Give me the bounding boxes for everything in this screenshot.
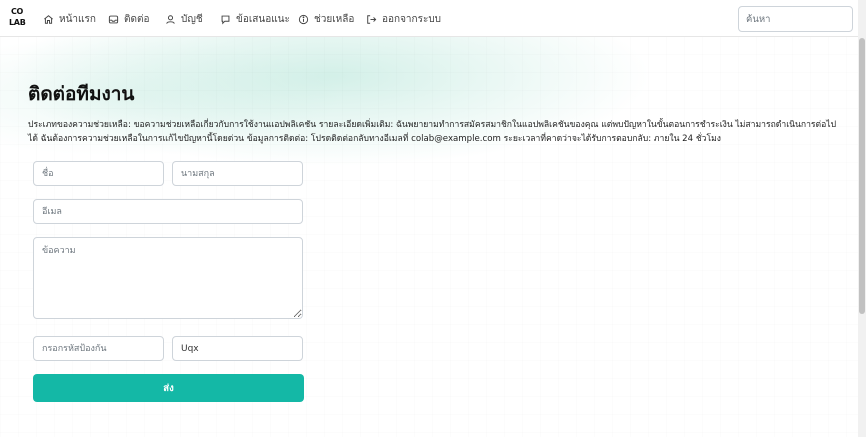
nav-item-logout[interactable]: ออกจากระบบ — [366, 11, 441, 27]
logo-line-1: CO — [10, 7, 24, 16]
user-icon — [165, 14, 176, 25]
page-title: ติดต่อทีมงาน — [28, 83, 135, 105]
logo-line-2: LAB — [9, 18, 26, 27]
search-input[interactable] — [738, 6, 853, 32]
captcha-input[interactable] — [33, 336, 164, 361]
info-icon — [298, 14, 309, 25]
last-name-field[interactable] — [172, 161, 303, 186]
colab-logo[interactable]: CO LAB — [9, 6, 26, 28]
nav-label-home: หน้าแรก — [59, 13, 96, 25]
home-icon — [43, 14, 54, 25]
chat-icon — [220, 14, 231, 25]
captcha-code — [172, 336, 303, 361]
nav-label-feedback: ข้อเสนอแนะ — [236, 13, 290, 25]
message-field[interactable] — [33, 237, 303, 319]
nav-label-contact: ติดต่อ — [124, 13, 150, 25]
email-field[interactable] — [33, 199, 303, 224]
submit-button[interactable]: ส่ง — [33, 374, 304, 402]
nav-label-account: บัญชี — [181, 13, 203, 25]
first-name-field[interactable] — [33, 161, 164, 186]
page-description: ประเภทของความช่วยเหลือ: ขอความช่วยเหลือเ… — [28, 120, 837, 144]
nav-item-home[interactable]: หน้าแรก — [43, 11, 96, 27]
nav-label-logout: ออกจากระบบ — [382, 13, 442, 25]
nav-item-help[interactable]: ช่วยเหลือ — [298, 11, 354, 27]
scrollbar-thumb[interactable] — [859, 38, 865, 314]
logout-icon — [366, 14, 377, 25]
inbox-icon — [108, 14, 119, 25]
nav-item-contact[interactable]: ติดต่อ — [108, 11, 150, 27]
nav-label-help: ช่วยเหลือ — [314, 13, 355, 25]
nav-item-feedback[interactable]: ข้อเสนอแนะ — [220, 11, 290, 27]
top-navbar: CO LAB หน้าแรก ติดต่อ บัญชี ข้อเสนอแนะ ช… — [0, 0, 858, 37]
nav-item-account[interactable]: บัญชี — [165, 11, 203, 27]
